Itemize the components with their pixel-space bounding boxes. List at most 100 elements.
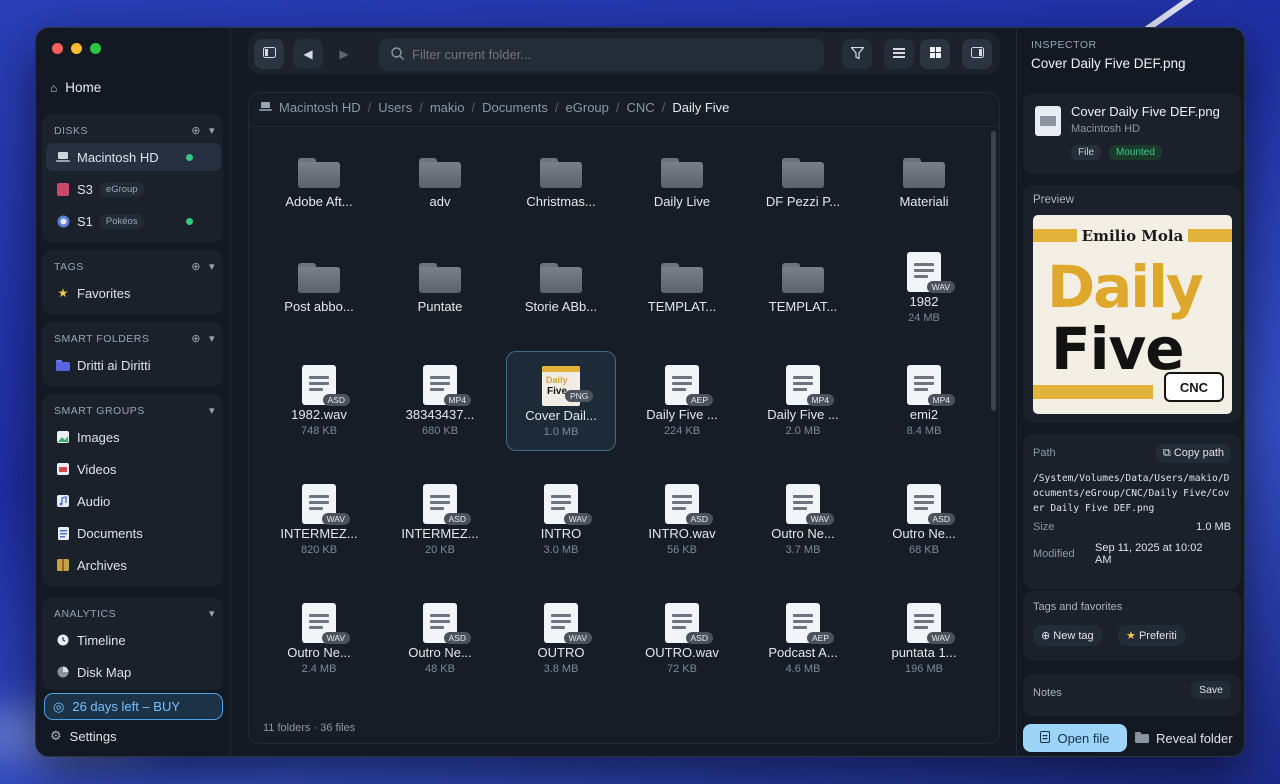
folder-item[interactable]: TEMPLAT...	[748, 238, 858, 338]
file-item[interactable]: WAV 1982 24 MB	[869, 238, 979, 338]
chevron-down-icon[interactable]: ▾	[209, 124, 215, 137]
sidebar-item-s1[interactable]: S1 Pokéos	[46, 207, 221, 235]
file-item[interactable]: WAV puntata 1... 196 MB	[869, 589, 979, 689]
file-type-badge: MP4	[927, 394, 955, 406]
status-bar: 11 folders · 36 files	[263, 722, 356, 734]
item-name: Cover Dail...	[525, 408, 597, 423]
folder-item[interactable]: Adobe Aft...	[264, 133, 374, 233]
folder-item[interactable]: DF Pezzi P...	[748, 133, 858, 233]
sidebar-item-favorites[interactable]: ★ Favorites	[46, 279, 221, 307]
sidebar-item-timeline[interactable]: Timeline	[46, 626, 221, 654]
item-size: 196 MB	[905, 663, 943, 675]
sidebar-item-images[interactable]: Images	[46, 423, 221, 451]
laptop-icon	[56, 150, 70, 164]
filter-button[interactable]	[842, 39, 872, 69]
sidebar-item-archives[interactable]: Archives	[46, 551, 221, 579]
sidebar-item-dritti-ai-diritti[interactable]: Dritti ai Diritti	[46, 351, 221, 379]
scrollbar[interactable]	[991, 131, 996, 411]
settings-button[interactable]: ⚙ Settings	[50, 728, 117, 744]
breadcrumb-item[interactable]: eGroup	[566, 100, 609, 115]
item-name: Daily Live	[653, 194, 711, 209]
file-item[interactable]: Daily Five PNG Cover Dail... 1.0 MB	[506, 351, 616, 451]
reveal-folder-button[interactable]: Reveal folder	[1135, 724, 1233, 752]
folder-item[interactable]: Materiali	[869, 133, 979, 233]
sidebar-item-home[interactable]: ⌂ Home	[50, 80, 101, 95]
file-item[interactable]: ASD Outro Ne... 68 KB	[869, 470, 979, 570]
file-item[interactable]: WAV INTRO 3.0 MB	[506, 470, 616, 570]
folder-item[interactable]: Storie ABb...	[506, 238, 616, 338]
back-button[interactable]: ◀	[293, 39, 323, 69]
breadcrumb-item[interactable]: Macintosh HD	[279, 100, 361, 115]
sidebar-item-s3[interactable]: S3 eGroup	[46, 175, 221, 203]
copy-path-button[interactable]: ⧉ Copy path	[1155, 444, 1231, 463]
save-notes-button[interactable]: Save	[1191, 681, 1231, 699]
file-item[interactable]: ASD Outro Ne... 48 KB	[385, 589, 495, 689]
folder-item[interactable]: Daily Live	[627, 133, 737, 233]
toggle-sidebar-button[interactable]	[254, 39, 284, 69]
breadcrumb-item[interactable]: Users	[378, 100, 412, 115]
file-item[interactable]: AEP Podcast A... 4.6 MB	[748, 589, 858, 689]
sidebar-item-label: Documents	[77, 525, 143, 541]
file-item[interactable]: WAV Outro Ne... 3.7 MB	[748, 470, 858, 570]
section-header: SMART FOLDERS	[54, 332, 150, 345]
chevron-down-icon[interactable]: ▾	[209, 607, 215, 620]
search-input[interactable]	[412, 47, 792, 62]
folder-icon	[1135, 731, 1149, 746]
laptop-icon	[259, 100, 272, 115]
new-tag-button[interactable]: ⊕ New tag	[1033, 625, 1102, 646]
file-item[interactable]: AEP Daily Five ... 224 KB	[627, 351, 737, 451]
list-view-button[interactable]	[884, 39, 914, 69]
sidebar-item-videos[interactable]: Videos	[46, 455, 221, 483]
breadcrumb-item[interactable]: makio	[430, 100, 465, 115]
document-icon: ASD	[302, 365, 350, 406]
open-file-button[interactable]: Open file	[1023, 724, 1127, 752]
sidebar-item-documents[interactable]: Documents	[46, 519, 221, 547]
item-size: 24 MB	[908, 312, 940, 324]
file-volume: Macintosh HD	[1071, 123, 1141, 135]
add-icon[interactable]: ⊕	[191, 260, 201, 273]
inspector-panel: INSPECTOR Cover Daily Five DEF.png Cover…	[1016, 28, 1244, 756]
file-item[interactable]: ASD INTERMEZ... 20 KB	[385, 470, 495, 570]
preferiti-tag[interactable]: ★ Preferiti	[1118, 625, 1185, 646]
sidebar-item-disk-map[interactable]: Disk Map	[46, 658, 221, 686]
file-item[interactable]: WAV Outro Ne... 2.4 MB	[264, 589, 374, 689]
file-item[interactable]: MP4 emi2 8.4 MB	[869, 351, 979, 451]
trial-buy-button[interactable]: ◎ 26 days left – BUY	[44, 693, 223, 720]
add-icon[interactable]: ⊕	[191, 332, 201, 345]
forward-button[interactable]: ▶	[329, 39, 359, 69]
zoom-window-button[interactable]	[90, 43, 101, 54]
file-item[interactable]: ASD INTRO.wav 56 KB	[627, 470, 737, 570]
folder-item[interactable]: TEMPLAT...	[627, 238, 737, 338]
file-item[interactable]: MP4 Daily Five ... 2.0 MB	[748, 351, 858, 451]
breadcrumb-item[interactable]: Documents	[482, 100, 548, 115]
document-icon: MP4	[423, 365, 471, 406]
search-field[interactable]	[379, 38, 824, 71]
toggle-inspector-button[interactable]	[962, 39, 992, 69]
breadcrumb-current: Daily Five	[672, 100, 730, 115]
sidebar-item-audio[interactable]: Audio	[46, 487, 221, 515]
chevron-down-icon[interactable]: ▾	[209, 332, 215, 345]
folder-item[interactable]: Puntate	[385, 238, 495, 338]
minimize-window-button[interactable]	[71, 43, 82, 54]
folder-item[interactable]: adv	[385, 133, 495, 233]
item-size: 3.8 MB	[543, 663, 579, 675]
file-item[interactable]: ASD OUTRO.wav 72 KB	[627, 589, 737, 689]
file-item[interactable]: WAV OUTRO 3.8 MB	[506, 589, 616, 689]
grid-view-button[interactable]	[920, 39, 950, 69]
file-type-badge: ASD	[927, 513, 955, 525]
file-item[interactable]: MP4 38343437... 680 KB	[385, 351, 495, 451]
folder-item[interactable]: Post abbo...	[264, 238, 374, 338]
item-name: Outro Ne...	[287, 645, 351, 660]
close-window-button[interactable]	[52, 43, 63, 54]
sidebar-item-macintosh-hd[interactable]: Macintosh HD	[46, 143, 221, 171]
chevron-down-icon[interactable]: ▾	[209, 404, 215, 417]
add-icon[interactable]: ⊕	[191, 124, 201, 137]
file-item[interactable]: WAV INTERMEZ... 820 KB	[264, 470, 374, 570]
chevron-down-icon[interactable]: ▾	[209, 260, 215, 273]
breadcrumb-item[interactable]: CNC	[627, 100, 655, 115]
folder-item[interactable]: Christmas...	[506, 133, 616, 233]
folder-icon	[540, 158, 582, 188]
cover-author: Emilio Mola	[1076, 227, 1189, 245]
open-file-label: Open file	[1057, 730, 1110, 746]
file-item[interactable]: ASD 1982.wav 748 KB	[264, 351, 374, 451]
